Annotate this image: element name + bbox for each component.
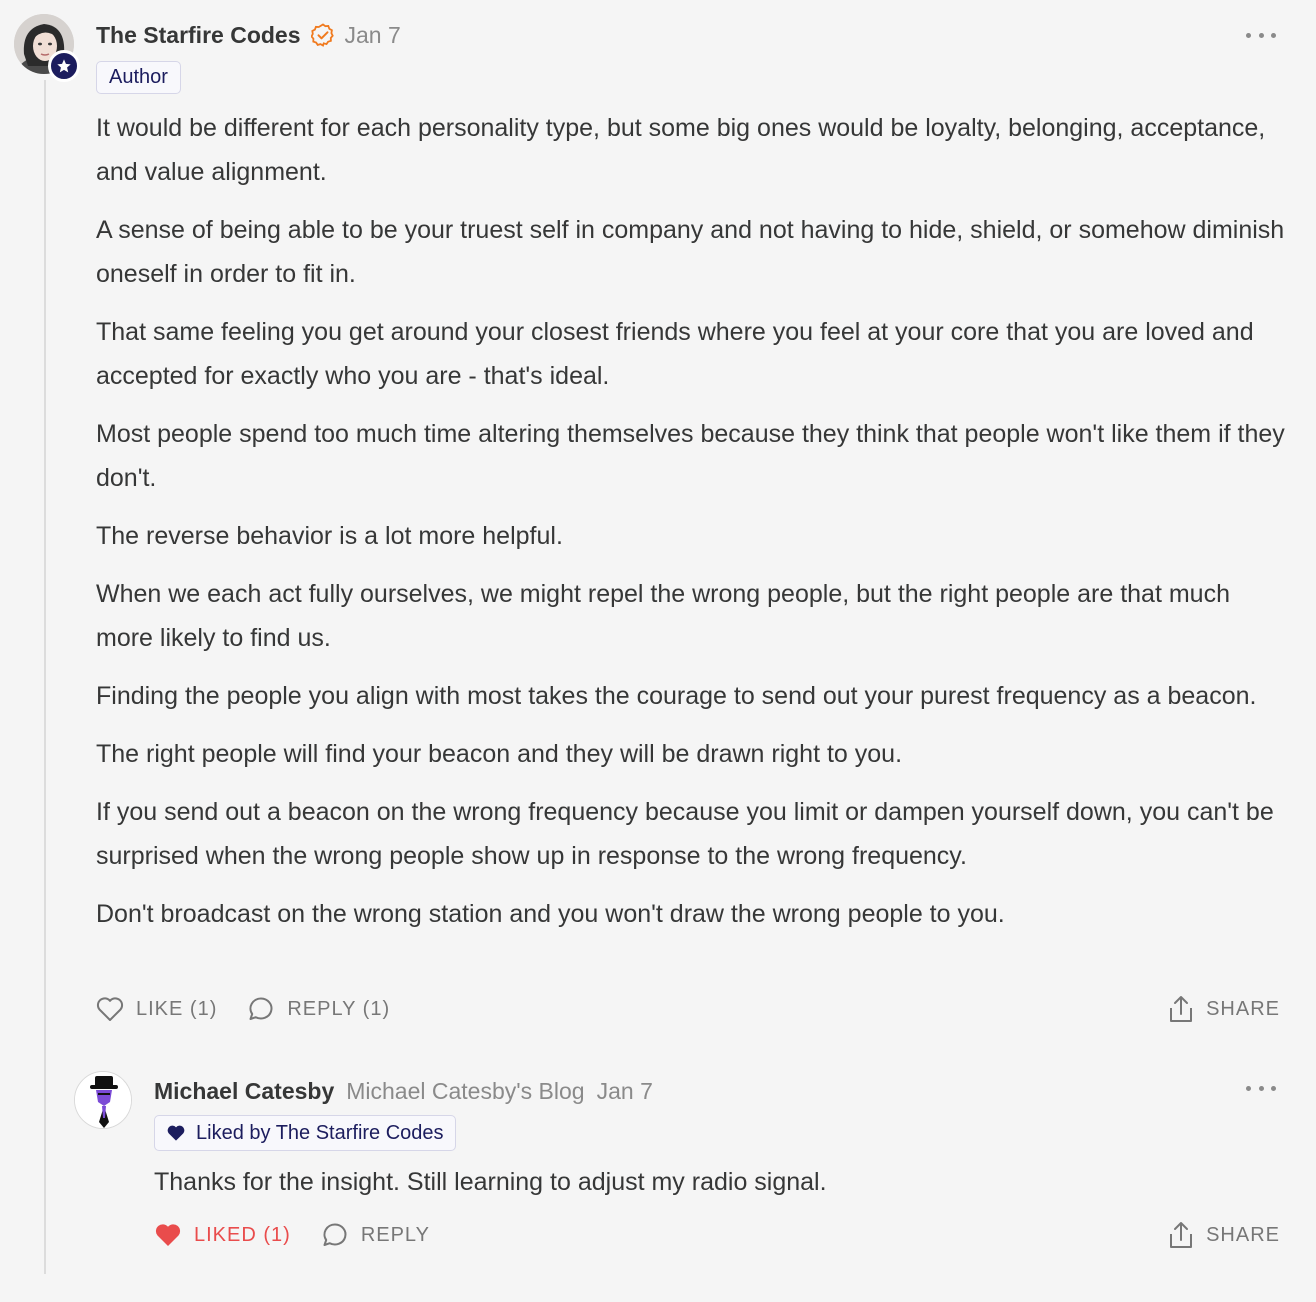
heart-filled-icon xyxy=(166,1124,186,1142)
comment-paragraph: Don't broadcast on the wrong station and… xyxy=(96,900,1005,928)
reply-reply-label: REPLY xyxy=(360,1223,430,1246)
author-name[interactable]: The Starfire Codes xyxy=(96,22,301,49)
share-button[interactable]: SHARE xyxy=(1168,992,1280,1026)
comment-actions: LIKE (1) REPLY (1) xyxy=(96,992,420,1026)
reply-share-button[interactable]: SHARE xyxy=(1168,1218,1280,1252)
share-upload-icon xyxy=(1168,994,1194,1024)
liked-by-label: Liked by The Starfire Codes xyxy=(196,1121,444,1144)
star-badge-icon xyxy=(48,50,80,82)
comment-paragraph: It would be different for each personali… xyxy=(96,114,1266,186)
comment-paragraph: A sense of being able to be your truest … xyxy=(96,216,1285,288)
reply-button[interactable]: REPLY (1) xyxy=(247,995,390,1023)
reply-author-name[interactable]: Michael Catesby xyxy=(154,1078,334,1105)
reply-more-options-icon[interactable] xyxy=(1246,1078,1276,1098)
comment-paragraph: Finding the people you align with most t… xyxy=(96,682,1257,710)
like-label: LIKE (1) xyxy=(136,997,218,1020)
reply-date[interactable]: Jan 7 xyxy=(597,1078,653,1105)
thread-line xyxy=(44,80,46,1274)
comment-paragraph: Most people spend too much time altering… xyxy=(96,420,1285,492)
speech-bubble-icon xyxy=(321,1221,349,1249)
reply-actions: LIKED (1) REPLY xyxy=(154,1218,460,1252)
reply-reply-button[interactable]: REPLY xyxy=(321,1221,430,1249)
comment-header: The Starfire Codes Jan 7 xyxy=(96,18,401,52)
heart-outline-icon xyxy=(96,996,124,1022)
comment-date[interactable]: Jan 7 xyxy=(345,22,401,49)
comment-paragraph: The reverse behavior is a lot more helpf… xyxy=(96,522,563,550)
more-options-icon[interactable] xyxy=(1246,25,1276,45)
like-button[interactable]: LIKE (1) xyxy=(96,996,217,1022)
comment-paragraph: That same feeling you get around your cl… xyxy=(96,318,1254,390)
reply-share-label: SHARE xyxy=(1206,1223,1280,1246)
liked-button[interactable]: LIKED (1) xyxy=(154,1222,291,1248)
author-badge: Author xyxy=(96,61,181,94)
speech-bubble-icon xyxy=(247,995,275,1023)
reply-label: REPLY (1) xyxy=(287,997,391,1020)
comment-paragraph: If you send out a beacon on the wrong fr… xyxy=(96,798,1274,870)
verified-check-icon xyxy=(310,23,335,47)
share-label: SHARE xyxy=(1206,997,1280,1020)
comment-paragraph: When we each act fully ourselves, we mig… xyxy=(96,580,1230,652)
comment-paragraph: The right people will find your beacon a… xyxy=(96,740,903,768)
reply-author-avatar[interactable] xyxy=(74,1071,132,1129)
heart-filled-icon xyxy=(154,1222,182,1248)
liked-label: LIKED (1) xyxy=(194,1223,291,1246)
comment-body: It would be different for each personali… xyxy=(96,106,1286,950)
share-upload-icon xyxy=(1168,1220,1194,1250)
liked-by-badge: Liked by The Starfire Codes xyxy=(154,1115,456,1151)
reply-header: Michael Catesby Michael Catesby's Blog J… xyxy=(154,1074,653,1108)
reply-blog-name[interactable]: Michael Catesby's Blog xyxy=(346,1078,584,1105)
reply-body: Thanks for the insight. Still learning t… xyxy=(154,1168,827,1196)
